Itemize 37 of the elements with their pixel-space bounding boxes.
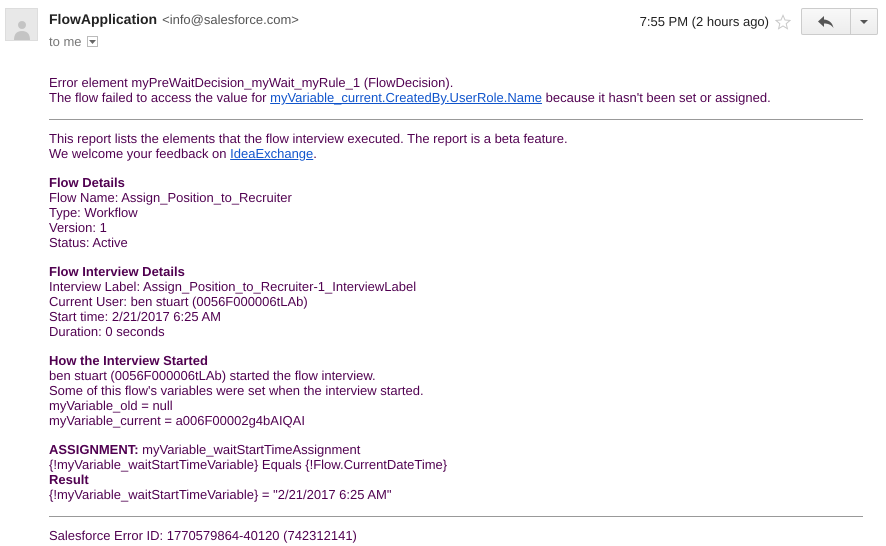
reply-button[interactable] [801, 8, 851, 35]
section-heading: How the Interview Started [49, 353, 209, 368]
text-line: Type: Workflow [49, 205, 139, 220]
avatar-icon [5, 8, 38, 41]
text-line: myVariable_current = a006F00002g4bAIQAI [49, 413, 306, 428]
link[interactable]: IdeaExchange [230, 146, 314, 161]
section-heading: Flow Interview Details [49, 264, 186, 279]
error-id: Salesforce Error ID: 1770579864-40120 (742312141) [49, 528, 358, 543]
caret-icon [860, 20, 868, 24]
text-line: Error element myPreWaitDecision_myWait_myRule_1 (FlowDecision). [49, 75, 454, 90]
text-line: {!myVariable_waitStartTimeVariable} = "2/21/2017 6:25 AM" [49, 487, 392, 502]
text-line: Status: Active [49, 235, 129, 250]
text-line: Interview Label: Assign_Position_to_Recruiter-1_InterviewLabel [49, 279, 418, 294]
section-heading: Flow Details [49, 175, 126, 190]
text-line: myVariable_old = null [49, 398, 174, 413]
text-line: We welcome your feedback on IdeaExchange. [49, 146, 318, 161]
text-line: Current User: ben stuart (0056F000006tLAb) [49, 294, 309, 309]
reply-icon [818, 16, 834, 28]
text-line: Start time: 2/21/2017 6:25 AM [49, 309, 222, 324]
text-line: The flow failed to access the value for myVariable_current.CreatedBy.UserRole.Name because it hasn't been set or assigned. [49, 90, 772, 105]
text-line: ben stuart (0056F000006tLAb) started the flow interview. [49, 368, 377, 383]
text-line: Some of this flow's variables were set when the interview started. [49, 383, 425, 398]
text-line: Version: 1 [49, 220, 108, 235]
caret-icon [88, 40, 96, 44]
text-line: Flow Name: Assign_Position_to_Recruiter [49, 190, 293, 205]
section-heading: Result [49, 472, 90, 487]
text-line: This report lists the elements that the flow interview executed. The report is a beta feature. [49, 131, 569, 146]
timestamp: 7:55 PM (2 hours ago) [640, 14, 769, 29]
details-dropdown[interactable] [86, 36, 98, 47]
text-line: Duration: 0 seconds [49, 324, 166, 339]
link[interactable]: myVariable_current.CreatedBy.UserRole.Name [270, 90, 542, 105]
sender-name: FlowApplication [49, 11, 158, 27]
text-line: {!myVariable_waitStartTimeVariable} Equals {!Flow.CurrentDateTime} [49, 457, 448, 472]
recipient-label: to me [49, 34, 82, 49]
sender-email: <info@salesforce.com> [162, 12, 299, 27]
star-icon[interactable] [775, 14, 791, 30]
text-line: ASSIGNMENT: myVariable_waitStartTimeAssignment [49, 442, 362, 457]
